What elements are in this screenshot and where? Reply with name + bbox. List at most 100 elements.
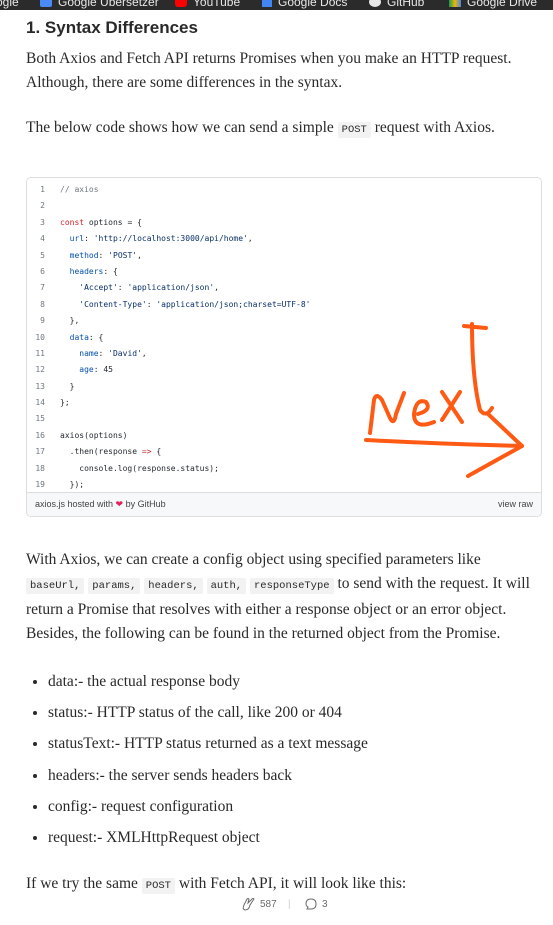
list-item: status:- HTTP status of the call, like 2… <box>48 701 368 725</box>
letter-t-stroke <box>462 322 494 416</box>
code-line: 4 url: 'http://localhost:3000/api/home', <box>27 231 541 247</box>
line-number: 10 <box>35 332 45 342</box>
line-number: 8 <box>40 299 45 309</box>
handwritten-next-annotation <box>364 322 524 478</box>
bookmark-label: GitHub <box>387 0 425 9</box>
line-number: 1 <box>40 185 45 194</box>
bookmark-youtube[interactable]: YouTube <box>175 0 240 9</box>
line-number: 5 <box>40 250 45 260</box>
line-number: 4 <box>40 234 45 244</box>
line-number: 9 <box>40 316 45 326</box>
line-number: 3 <box>40 217 45 227</box>
code-text: headers: { <box>69 266 118 276</box>
code-line: 2 <box>27 198 541 214</box>
letter-n-stroke <box>368 391 406 435</box>
code-text: }; <box>60 398 70 408</box>
code-text: name: 'David', <box>79 348 147 358</box>
text-span: with Fetch API, it will look like this: <box>175 875 407 892</box>
line-number: 6 <box>40 266 45 276</box>
line-number: 17 <box>35 447 45 457</box>
youtube-icon <box>175 0 187 7</box>
code-line: 1 // axios <box>27 182 541 198</box>
code-line: 7 'Accept': 'application/json', <box>27 280 541 296</box>
bullet-list: data:- the actual response body status:-… <box>26 670 368 857</box>
list-item: statusText:- HTTP status returned as a t… <box>48 732 368 756</box>
comment-icon[interactable] <box>304 897 318 911</box>
google-translate-icon <box>40 0 52 7</box>
line-number: 18 <box>35 463 45 473</box>
list-item: headers:- the server sends headers back <box>48 764 368 788</box>
code-text: const options = { <box>60 217 142 227</box>
github-link[interactable]: by GitHub <box>123 499 166 509</box>
code-line: 3 const options = { <box>27 215 541 231</box>
paragraph-intro: Both Axios and Fetch API returns Promise… <box>26 50 512 91</box>
bookmark-label: Google Übersetzer <box>58 0 159 9</box>
line-number: 12 <box>35 365 45 375</box>
bookmark-label: Google Drive <box>467 0 538 9</box>
text-span: With Axios, we can create a config objec… <box>26 551 481 568</box>
text-span: The below code shows how we can send a s… <box>26 119 338 136</box>
heart-icon: ❤ <box>115 499 124 509</box>
line-number: 14 <box>35 398 45 408</box>
line-number: 19 <box>35 480 45 490</box>
google-docs-icon <box>262 0 272 7</box>
text-span: hosted with <box>65 499 116 509</box>
engagement-bar: 587 | 3 <box>234 892 334 918</box>
gist-footer: axios.js hosted with ❤ by GitHub view ra… <box>27 492 541 516</box>
text-span: If we try the same <box>26 875 142 892</box>
bookmark-github[interactable]: GitHub <box>369 0 424 9</box>
gist-file-link[interactable]: axios.js <box>35 499 65 509</box>
list-item: data:- the actual response body <box>48 670 368 694</box>
line-number: 11 <box>35 348 45 358</box>
view-raw-link[interactable]: view raw <box>498 493 533 516</box>
code-text: .then(response => { <box>60 447 162 457</box>
arrow-shaft <box>364 438 524 448</box>
inline-code: params, <box>88 578 141 594</box>
bookmark-google[interactable]: ogle <box>0 0 19 9</box>
inline-code: POST <box>141 878 175 894</box>
code-text: 'Content-Type': 'application/json;charse… <box>79 299 311 309</box>
divider: | <box>288 899 291 910</box>
bookmark-google-drive[interactable]: Google Drive <box>449 0 537 9</box>
code-text: method: 'POST', <box>69 250 142 260</box>
code-text: }, <box>60 316 80 326</box>
clap-icon[interactable] <box>240 896 256 912</box>
code-text: axios(options) <box>60 430 128 440</box>
paragraph-axios-config: With Axios, we can create a config objec… <box>26 548 541 646</box>
inline-code: headers, <box>144 578 203 594</box>
inline-code: baseUrl, <box>26 578 85 594</box>
section-heading: 1. Syntax Differences <box>26 18 198 37</box>
code-line: 6 headers: { <box>27 264 541 280</box>
code-text: // axios <box>60 185 99 194</box>
bookmarks-bar: ogle Google Übersetzer YouTube Google Do… <box>0 0 553 10</box>
line-number: 2 <box>40 201 45 211</box>
bookmark-google-docs[interactable]: Google Docs <box>262 0 347 9</box>
paragraph-code-intro: The below code shows how we can send a s… <box>26 116 531 142</box>
response-count: 3 <box>322 899 328 910</box>
list-item: request:- XMLHttpRequest object <box>48 826 368 850</box>
letter-x-stroke <box>440 390 464 424</box>
code-text: console.log(response.status); <box>60 463 219 473</box>
line-number: 13 <box>35 381 45 391</box>
github-icon <box>369 0 381 7</box>
letter-e-stroke <box>412 399 436 427</box>
code-line: 5 method: 'POST', <box>27 248 541 264</box>
bookmark-google-translate[interactable]: Google Übersetzer <box>40 0 159 9</box>
bookmark-label: ogle <box>0 0 19 9</box>
code-text: }); <box>60 480 85 490</box>
inline-code: POST <box>337 122 371 138</box>
bookmark-label: Google Docs <box>278 0 348 9</box>
code-line: 8 'Content-Type': 'application/json;char… <box>27 297 541 313</box>
line-number: 16 <box>35 430 45 440</box>
list-item: config:- request configuration <box>48 795 368 819</box>
bookmark-label: YouTube <box>193 0 241 9</box>
line-number: 15 <box>35 414 45 424</box>
inline-code: auth, <box>206 578 247 594</box>
text-span: request with Axios. <box>370 119 495 136</box>
code-text: 'Accept': 'application/json', <box>79 283 219 293</box>
code-text: age: 45 <box>79 365 113 375</box>
inline-code: responseType <box>249 578 334 594</box>
gist-meta: axios.js hosted with ❤ by GitHub <box>35 493 166 516</box>
code-text: url: 'http://localhost:3000/api/home', <box>69 234 253 244</box>
google-drive-icon <box>449 0 461 7</box>
